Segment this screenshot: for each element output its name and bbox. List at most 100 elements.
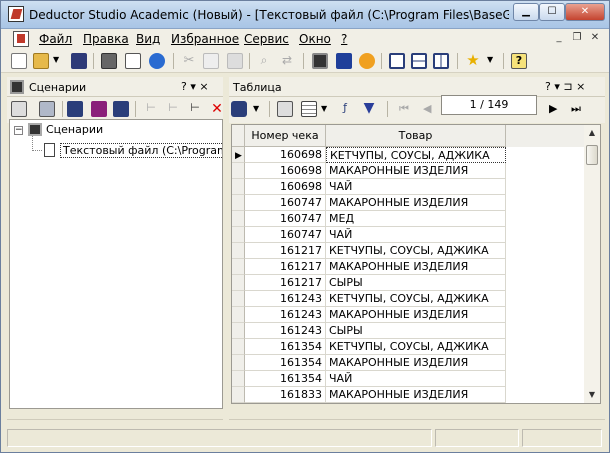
cell-product[interactable]: СЫРЫ	[326, 275, 506, 291]
wizard-icon[interactable]	[39, 101, 55, 117]
table-properties-icon[interactable]	[277, 101, 293, 117]
cell-receipt-number[interactable]: 161354	[245, 339, 326, 355]
scroll-thumb[interactable]	[586, 145, 598, 165]
help-icon[interactable]: ?	[511, 53, 527, 69]
paste-icon[interactable]	[227, 53, 243, 69]
panel-splitter[interactable]	[223, 77, 229, 425]
cell-product[interactable]: МАКАРОННЫЕ ИЗДЕЛИЯ	[326, 259, 506, 275]
cell-receipt-number[interactable]: 160747	[245, 211, 326, 227]
process-icon[interactable]	[91, 101, 107, 117]
row-indicator[interactable]	[232, 227, 245, 243]
table-row[interactable]: 161217 СЫРЫ	[232, 275, 586, 291]
collapse-icon[interactable]: −	[14, 126, 23, 135]
row-indicator[interactable]	[232, 323, 245, 339]
scroll-down-icon[interactable]: ▼	[584, 387, 600, 403]
row-indicator[interactable]: ▶	[232, 147, 245, 163]
row-indicator[interactable]	[232, 307, 245, 323]
menu-file[interactable]: Файл	[39, 32, 72, 46]
favorite-dropdown-icon[interactable]: ▼	[487, 55, 493, 64]
tree-move-icon[interactable]: ⊢	[143, 101, 159, 117]
vertical-scrollbar[interactable]: ▲ ▼	[584, 125, 600, 403]
row-indicator[interactable]	[232, 195, 245, 211]
table-row[interactable]: 161354 МАКАРОННЫЕ ИЗДЕЛИЯ	[232, 355, 586, 371]
menu-edit[interactable]: Правка	[83, 32, 129, 46]
cell-product[interactable]: КЕТЧУПЫ, СОУСЫ, АДЖИКА	[326, 291, 506, 307]
bottom-splitter-left[interactable]	[7, 419, 223, 425]
table-row[interactable]: 160747 МАКАРОННЫЕ ИЗДЕЛИЯ	[232, 195, 586, 211]
row-indicator[interactable]	[232, 275, 245, 291]
record-navigator-field[interactable]: 1 / 149	[441, 95, 537, 115]
menu-help[interactable]: ?	[341, 32, 347, 46]
row-indicator[interactable]	[232, 371, 245, 387]
row-indicator[interactable]	[232, 211, 245, 227]
filter-icon[interactable]: ▼	[361, 101, 377, 117]
table-row[interactable]: 161354 КЕТЧУПЫ, СОУСЫ, АДЖИКА	[232, 339, 586, 355]
view-icon[interactable]	[231, 101, 247, 117]
row-indicator[interactable]	[232, 339, 245, 355]
cell-product[interactable]: МАКАРОННЫЕ ИЗДЕЛИЯ	[326, 387, 506, 403]
calculator-icon[interactable]: ƒ	[337, 101, 353, 117]
close-button[interactable]: ✕	[565, 3, 605, 21]
print-icon[interactable]	[101, 53, 117, 69]
view-dropdown-icon[interactable]: ▼	[253, 104, 259, 113]
cell-receipt-number[interactable]: 160698	[245, 163, 326, 179]
preview-icon[interactable]	[125, 53, 141, 69]
table-row[interactable]: 160747 ЧАЙ	[232, 227, 586, 243]
column-header-product[interactable]: Товар	[326, 125, 506, 147]
cell-product[interactable]: ЧАЙ	[326, 179, 506, 195]
columns-icon[interactable]	[301, 101, 317, 117]
next-record-icon[interactable]: ▶	[549, 102, 557, 115]
menu-service[interactable]: Сервис	[244, 32, 289, 46]
table-row[interactable]: 161354 ЧАЙ	[232, 371, 586, 387]
last-record-icon[interactable]: ⏭	[571, 102, 581, 116]
row-indicator[interactable]	[232, 355, 245, 371]
table-row[interactable]: ▶ 160698 КЕТЧУПЫ, СОУСЫ, АДЖИКА	[232, 147, 586, 163]
find-icon[interactable]: ⌕	[256, 53, 272, 69]
table-row[interactable]: 161833 МАКАРОННЫЕ ИЗДЕЛИЯ	[232, 387, 586, 403]
row-indicator[interactable]	[232, 243, 245, 259]
columns-dropdown-icon[interactable]: ▼	[321, 104, 327, 113]
scenario-icon[interactable]	[312, 53, 328, 69]
table-row[interactable]: 161243 КЕТЧУПЫ, СОУСЫ, АДЖИКА	[232, 291, 586, 307]
cell-product[interactable]: МАКАРОННЫЕ ИЗДЕЛИЯ	[326, 195, 506, 211]
web-icon[interactable]	[149, 53, 165, 69]
cell-receipt-number[interactable]: 161217	[245, 259, 326, 275]
row-indicator[interactable]	[232, 291, 245, 307]
title-bar[interactable]: Deductor Studio Academic (Новый) - [Текс…	[1, 1, 609, 29]
tree-order-icon[interactable]: ⊢	[187, 101, 203, 117]
data-icon[interactable]	[336, 53, 352, 69]
menu-view[interactable]: Вид	[136, 32, 160, 46]
cell-receipt-number[interactable]: 161243	[245, 323, 326, 339]
table-row[interactable]: 160747 МЕД	[232, 211, 586, 227]
cut-icon[interactable]: ✂	[181, 53, 197, 69]
export-icon[interactable]	[113, 101, 129, 117]
copy-icon[interactable]	[203, 53, 219, 69]
split-v-icon[interactable]	[433, 53, 449, 69]
app-logo-icon[interactable]	[8, 6, 24, 22]
import-icon[interactable]	[67, 101, 83, 117]
cell-product[interactable]: КЕТЧУПЫ, СОУСЫ, АДЖИКА	[326, 339, 506, 355]
cell-product[interactable]: ЧАЙ	[326, 227, 506, 243]
split-h-icon[interactable]	[411, 53, 427, 69]
column-header-receipt[interactable]: Номер чека	[245, 125, 326, 147]
new-icon[interactable]	[11, 53, 27, 69]
open-dropdown-icon[interactable]: ▼	[53, 55, 59, 64]
row-indicator[interactable]	[232, 179, 245, 195]
row-indicator[interactable]	[232, 387, 245, 403]
prev-record-icon[interactable]: ◀	[423, 102, 431, 115]
cell-receipt-number[interactable]: 161243	[245, 291, 326, 307]
cell-receipt-number[interactable]: 161217	[245, 275, 326, 291]
cell-receipt-number[interactable]: 160698	[245, 147, 326, 163]
cell-product[interactable]: МЕД	[326, 211, 506, 227]
table-row[interactable]: 161243 МАКАРОННЫЕ ИЗДЕЛИЯ	[232, 307, 586, 323]
row-indicator[interactable]	[232, 163, 245, 179]
cell-product[interactable]: СЫРЫ	[326, 323, 506, 339]
table-row[interactable]: 160698 ЧАЙ	[232, 179, 586, 195]
cell-product[interactable]: МАКАРОННЫЕ ИЗДЕЛИЯ	[326, 355, 506, 371]
cell-receipt-number[interactable]: 161243	[245, 307, 326, 323]
menu-window[interactable]: Окно	[299, 32, 331, 46]
cell-product[interactable]: КЕТЧУПЫ, СОУСЫ, АДЖИКА	[326, 147, 506, 163]
minimize-button[interactable]: ▁	[513, 3, 539, 21]
first-record-icon[interactable]: ⏮	[399, 102, 409, 116]
table-panel-controls[interactable]: ? ▾ ⊐ ×	[545, 80, 585, 93]
